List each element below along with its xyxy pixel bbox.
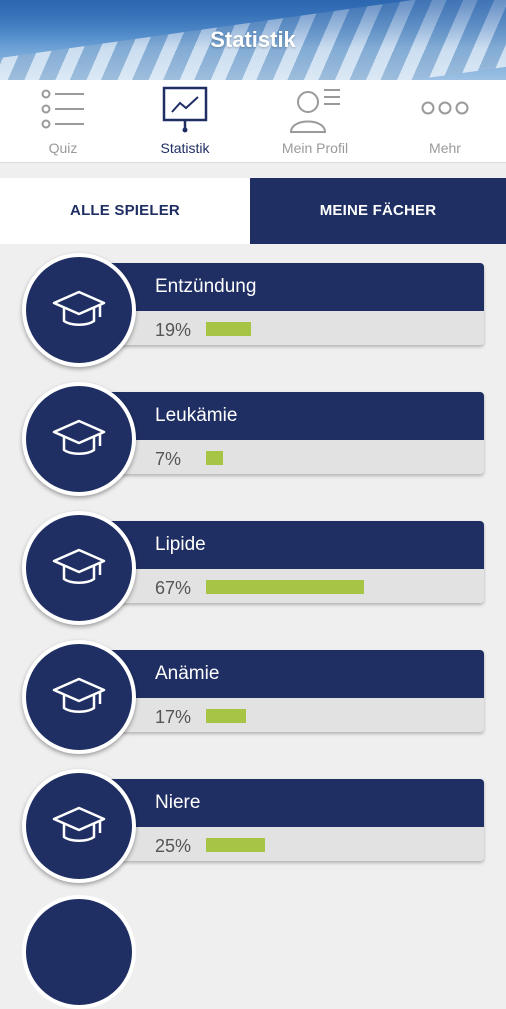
subject-name: Lipide — [155, 534, 206, 555]
subject-avatar — [22, 511, 136, 625]
subject-avatar — [22, 640, 136, 754]
subject-card[interactable]: Leukämie 7% — [0, 379, 506, 496]
subject-card[interactable]: Anämie 17% — [0, 637, 506, 754]
chart-board-icon — [161, 86, 209, 139]
graduation-cap-icon — [52, 806, 106, 842]
subject-avatar-partial — [22, 895, 136, 1009]
subject-name: Entzündung — [155, 276, 257, 297]
subject-avatar — [22, 253, 136, 367]
progress-fill — [206, 580, 364, 594]
more-icon — [420, 98, 470, 123]
subject-name: Anämie — [155, 663, 220, 684]
subject-percent: 67% — [155, 578, 192, 598]
subject-percent: 25% — [155, 836, 192, 856]
nav-label-mein-profil: Mein Profil — [281, 140, 349, 156]
subject-card[interactable]: Lipide 67% — [0, 508, 506, 625]
app-header: Statistik — [0, 0, 506, 80]
progress-fill — [206, 322, 251, 336]
nav-item-quiz[interactable]: Quiz — [0, 80, 126, 162]
progress-fill — [206, 838, 265, 852]
nav-label-mehr: Mehr — [429, 140, 461, 156]
page-title: Statistik — [210, 27, 296, 52]
subject-percent: 7% — [155, 449, 182, 469]
subject-name: Leukämie — [155, 405, 238, 426]
subject-percent: 19% — [155, 320, 192, 340]
graduation-cap-icon — [52, 290, 106, 326]
nav-label-quiz: Quiz — [48, 140, 78, 156]
subject-percent: 17% — [155, 707, 192, 727]
nav-label-statistik: Statistik — [160, 140, 210, 156]
graduation-cap-icon — [52, 419, 106, 455]
subject-avatar — [22, 382, 136, 496]
nav-item-mehr[interactable]: Mehr — [382, 80, 506, 162]
subject-name: Niere — [155, 792, 201, 813]
subject-card[interactable]: Niere 25% — [0, 766, 506, 883]
top-navigation: Quiz Statistik Mein Profil Mehr — [0, 80, 506, 163]
tab-alle-spieler[interactable]: ALLE SPIELER — [0, 178, 250, 244]
nav-item-mein-profil[interactable]: Mein Profil — [252, 80, 378, 162]
statistics-tabs: ALLE SPIELER MEINE FÄCHER — [0, 178, 506, 244]
progress-fill — [206, 451, 223, 465]
graduation-cap-icon — [52, 548, 106, 584]
profile-icon — [288, 86, 342, 139]
list-icon — [40, 86, 86, 137]
tab-meine-faecher[interactable]: MEINE FÄCHER — [250, 178, 506, 244]
subject-card[interactable]: Entzündung 19% — [0, 250, 506, 367]
nav-item-statistik[interactable]: Statistik — [122, 80, 248, 162]
progress-fill — [206, 709, 246, 723]
subject-avatar — [22, 769, 136, 883]
graduation-cap-icon — [52, 677, 106, 713]
